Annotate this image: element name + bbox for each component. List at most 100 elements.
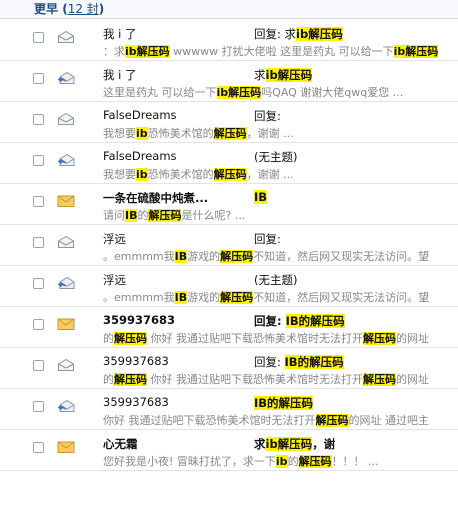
text-segment: 一条在硫酸中炖煮... — [103, 191, 209, 205]
search-highlight: IB的解压码 — [284, 355, 344, 369]
sender-name[interactable]: 我 i 了 — [103, 67, 243, 83]
search-highlight: 解压码 — [114, 373, 147, 386]
select-checkbox[interactable] — [33, 442, 44, 453]
mail-preview[interactable]: 这里是药丸 可以给一下ib解压码吗QAQ 谢谢大佬qwq爱您 ... — [103, 84, 458, 100]
sender-name[interactable]: FalseDreams — [103, 149, 243, 163]
mail-subject[interactable]: (无主题) — [254, 149, 297, 165]
text-segment: ，谢谢 ... — [246, 168, 294, 181]
sender-name[interactable]: 一条在硫酸中炖煮... — [103, 190, 243, 206]
search-highlight: ib解压码 — [125, 45, 170, 58]
mail-row[interactable]: 我 i 了 回复: 求ib解压码 ：求ib解压码 wwwww 打扰大佬啦 这里是药丸… — [0, 20, 458, 61]
text-segment: 请问 — [103, 209, 125, 222]
select-checkbox[interactable] — [33, 237, 44, 248]
text-segment: 游戏的 — [187, 250, 221, 263]
mail-row[interactable]: 一条在硫酸中炖煮... IB 请问IB的解压码是什么呢? ... — [0, 184, 458, 225]
mail-preview[interactable]: ：求ib解压码 wwwww 打扰大佬啦 这里是药丸 可以给一下ib解压码 — [103, 43, 458, 59]
mail-subject[interactable]: 求ib解压码 — [254, 67, 313, 83]
sender-name[interactable]: 我 i 了 — [103, 26, 243, 42]
search-highlight: 解压码 — [363, 373, 396, 386]
search-highlight: 解压码 — [315, 414, 349, 427]
mail-row[interactable]: 浮远 回复: 。emmmm我IB游戏的解压码不知道，然后网又现实无法访问。望 — [0, 225, 458, 266]
text-segment: 恐怖美术馆的 — [147, 168, 214, 181]
text-segment: 的 — [137, 209, 149, 222]
text-segment: 的网址 — [396, 332, 429, 345]
mail-subject[interactable]: IB的解压码 — [254, 395, 314, 411]
mail-row[interactable]: 359937683 回复: IB的解压码 的解压码 你好 我通过贴吧下载恐怖美术馆时… — [0, 348, 458, 389]
mail-subject[interactable]: 回复: — [254, 108, 281, 124]
mail-preview[interactable]: 的解压码 你好 我通过贴吧下载恐怖美术馆时无法打开解压码的网址 — [103, 330, 458, 346]
select-checkbox[interactable] — [33, 278, 44, 289]
text-segment: wwwww 打扰大佬啦 这里是药丸 可以给一下 — [169, 45, 394, 58]
text-segment: 你好 我通过贴吧下载恐怖美术馆时无法打开 — [147, 373, 363, 386]
text-segment: 游戏的 — [187, 291, 221, 304]
text-segment: 是什么呢? ... — [181, 209, 246, 222]
text-segment: 你好 我通过贴吧下载恐怖美术馆时无法打开 — [147, 332, 363, 345]
sender-name[interactable]: 359937683 — [103, 313, 243, 327]
mail-row[interactable]: 我 i 了 求ib解压码 这里是药丸 可以给一下ib解压码吗QAQ 谢谢大佬qwq爱… — [0, 61, 458, 102]
search-highlight: ib解压码 — [296, 27, 343, 41]
mail-subject[interactable]: 回复: 求ib解压码 — [254, 26, 343, 42]
mail-subject[interactable]: 求ib解压码，谢 — [254, 436, 335, 452]
text-segment: 浮远 — [103, 273, 126, 287]
mail-row[interactable]: FalseDreams 回复: 我想要ib恐怖美术馆的解压码，谢谢 ... — [0, 102, 458, 143]
text-segment: 回复: — [254, 314, 286, 328]
sender-name[interactable]: FalseDreams — [103, 108, 243, 122]
select-checkbox[interactable] — [33, 401, 44, 412]
envelope-unread-icon — [57, 440, 75, 454]
mail-preview[interactable]: 。emmmm我IB游戏的解压码不知道，然后网又现实无法访问。望 — [103, 289, 458, 305]
search-highlight: 解压码 — [220, 291, 254, 304]
section-header-earlier: 更早 (12 封) — [0, 0, 458, 19]
text-segment: 我 i 了 — [103, 68, 137, 82]
search-highlight: ib解压码 — [216, 86, 262, 99]
mail-preview[interactable]: 我想要ib恐怖美术馆的解压码，谢谢 ... — [103, 166, 458, 182]
select-checkbox[interactable] — [33, 73, 44, 84]
mail-preview[interactable]: 我想要ib恐怖美术馆的解压码，谢谢 ... — [103, 125, 458, 141]
sender-name[interactable]: 心无霜 — [103, 436, 243, 452]
sender-name[interactable]: 浮远 — [103, 272, 243, 288]
select-checkbox[interactable] — [33, 360, 44, 371]
envelope-unread-icon — [57, 317, 75, 331]
mail-row[interactable]: FalseDreams (无主题) 我想要ib恐怖美术馆的解压码，谢谢 ... — [0, 143, 458, 184]
mail-row[interactable]: 浮远 (无主题) 。emmmm我IB游戏的解压码不知道，然后网又现实无法访问。望 — [0, 266, 458, 307]
mail-subject[interactable]: (无主题) — [254, 272, 297, 288]
select-checkbox[interactable] — [33, 155, 44, 166]
mail-preview[interactable]: 。emmmm我IB游戏的解压码不知道，然后网又现实无法访问。望 — [103, 248, 458, 264]
search-highlight: ib解压码 — [265, 68, 313, 82]
select-checkbox[interactable] — [33, 196, 44, 207]
mail-row[interactable]: 心无霜 求ib解压码，谢 您好我是小夜! 冒昧打扰了，求一下ib的解压码！！！ ..… — [0, 430, 458, 471]
search-highlight: ib解压码 — [393, 45, 439, 58]
mail-subject[interactable]: IB — [254, 190, 268, 204]
search-highlight: 解压码 — [220, 250, 254, 263]
mail-preview[interactable]: 的解压码 你好 我通过贴吧下载恐怖美术馆时无法打开解压码的网址 — [103, 371, 458, 387]
mail-subject[interactable]: 回复: IB的解压码 — [254, 354, 344, 370]
envelope-open-icon — [57, 112, 75, 126]
mail-preview[interactable]: 您好我是小夜! 冒昧打扰了，求一下ib的解压码！！！ ... — [103, 453, 458, 469]
sender-name[interactable]: 浮远 — [103, 231, 243, 247]
text-segment: 我 i 了 — [103, 27, 137, 41]
text-segment: (无主题) — [254, 273, 298, 287]
text-segment: 回复: — [254, 355, 285, 369]
mail-row[interactable]: 359937683 IB的解压码 你好 我通过贴吧下载恐怖美术馆时无法打开解压码的网… — [0, 389, 458, 430]
mail-subject[interactable]: 回复: IB的解压码 — [254, 313, 345, 329]
text-segment: FalseDreams — [103, 149, 177, 163]
select-checkbox[interactable] — [33, 319, 44, 330]
text-segment: 回复: — [254, 109, 281, 123]
text-segment: 求 — [254, 437, 266, 451]
mail-preview[interactable]: 你好 我通过贴吧下载恐怖美术馆时无法打开解压码的网址 通过吧主 — [103, 412, 458, 428]
select-checkbox[interactable] — [33, 32, 44, 43]
search-highlight: ib — [275, 455, 288, 468]
search-highlight: IB的解压码 — [285, 314, 345, 328]
text-segment: 我想要 — [103, 168, 136, 181]
mail-preview[interactable]: 请问IB的解压码是什么呢? ... — [103, 207, 458, 223]
mail-row[interactable]: 359937683 回复: IB的解压码 的解压码 你好 我通过贴吧下载恐怖美术馆时… — [0, 307, 458, 348]
search-highlight: 解压码 — [114, 332, 147, 345]
sender-name[interactable]: 359937683 — [103, 354, 243, 368]
search-highlight: IB — [254, 190, 268, 204]
search-highlight: ib — [136, 127, 148, 140]
text-segment: 。emmmm我 — [103, 250, 175, 263]
sender-name[interactable]: 359937683 — [103, 395, 243, 409]
select-checkbox[interactable] — [33, 114, 44, 125]
mail-subject[interactable]: 回复: — [254, 231, 281, 247]
search-highlight: 解压码 — [148, 209, 182, 222]
mail-count-link[interactable]: 12 封 — [68, 2, 99, 16]
